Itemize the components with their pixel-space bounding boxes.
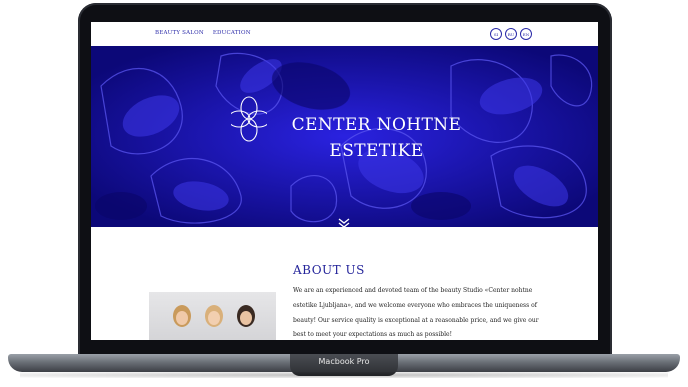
lang-si-button[interactable]: SI bbox=[490, 28, 502, 40]
nav-education[interactable]: EDUCATION bbox=[213, 30, 251, 36]
nav-beauty-salon[interactable]: BEAUTY SALON bbox=[155, 30, 204, 36]
hero-banner: CENTER NOHTNE ESTETIKE bbox=[91, 46, 598, 227]
hero-title: CENTER NOHTNE ESTETIKE bbox=[289, 112, 464, 164]
lang-ru-button[interactable]: RU bbox=[505, 28, 517, 40]
language-switcher: SI RU EN bbox=[490, 28, 532, 40]
about-heading: ABOUT US bbox=[293, 263, 365, 277]
person-image bbox=[173, 305, 191, 327]
chevron-double-down-icon[interactable] bbox=[337, 217, 351, 227]
hero-title-line2: ESTETIKE bbox=[329, 141, 424, 161]
person-image bbox=[205, 305, 223, 327]
site-header: BEAUTY SALON EDUCATION SI RU EN bbox=[91, 22, 598, 46]
device-label: Macbook Pro bbox=[318, 357, 370, 366]
flower-logo-icon bbox=[231, 96, 267, 142]
main-nav: BEAUTY SALON EDUCATION bbox=[155, 30, 251, 36]
person-image bbox=[237, 305, 255, 327]
browser-screen: BEAUTY SALON EDUCATION SI RU EN CENTER N… bbox=[91, 22, 598, 340]
laptop-shadow bbox=[20, 372, 668, 378]
about-paragraph: We are an experienced and devoted team o… bbox=[293, 287, 539, 339]
team-photo bbox=[149, 292, 276, 340]
lang-en-button[interactable]: EN bbox=[520, 28, 532, 40]
hero-title-line1: CENTER NOHTNE bbox=[291, 115, 462, 135]
